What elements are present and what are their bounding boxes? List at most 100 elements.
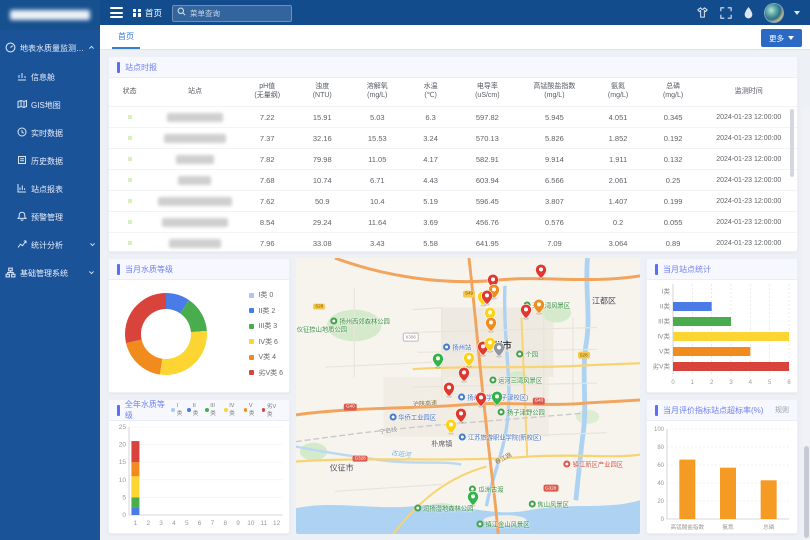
table-row[interactable]: 7.6810.746.714.43603.946.5662.0610.25202…: [109, 169, 797, 190]
fullscreen-icon[interactable]: [720, 7, 732, 19]
legend-item[interactable]: 劣V类: [262, 402, 281, 418]
legend-dot: [171, 408, 175, 412]
sidebar-item-站点报表[interactable]: 站点报表: [0, 175, 100, 203]
donut-segment-劣V类[interactable]: [125, 293, 166, 343]
stack-segment[interactable]: [131, 497, 139, 508]
station-pin-red[interactable]: [459, 367, 470, 388]
bar-劣V类[interactable]: [673, 362, 789, 371]
sidebar-item-GIS地图[interactable]: GIS地图: [0, 91, 100, 119]
legend-item[interactable]: IV类 6: [249, 337, 283, 347]
station-pin-red[interactable]: [456, 408, 467, 429]
tab-home[interactable]: 首页: [112, 25, 140, 49]
sidebar-item-system-root[interactable]: 地表水质量监测系统: [0, 34, 100, 63]
table-row[interactable]: 8.5429.2411.643.69456.760.5760.20.055202…: [109, 211, 797, 232]
stack-segment[interactable]: [131, 476, 139, 497]
sidebar-item-历史数据[interactable]: 历史数据: [0, 147, 100, 175]
search-input[interactable]: [172, 5, 292, 22]
user-avatar[interactable]: [765, 4, 783, 22]
vbar-chart[interactable]: 020406080100高锰酸盐指数氨氮总磷: [647, 421, 797, 534]
legend-swatch: [249, 339, 254, 344]
value-cell: 33.08: [295, 239, 350, 248]
table-row[interactable]: 7.6250.910.45.19596.453.8071.4070.199202…: [109, 190, 797, 211]
svg-text:总磷: 总磷: [763, 523, 775, 531]
column-header: 站点: [150, 88, 239, 97]
value-cell: 0.576: [518, 218, 590, 227]
rules-link[interactable]: 规则: [775, 405, 789, 415]
bar-氨氮[interactable]: [720, 468, 736, 519]
stack-segment[interactable]: [131, 508, 139, 515]
stack-segment[interactable]: [131, 441, 139, 462]
hamburger-menu-icon[interactable]: [110, 7, 123, 18]
more-button[interactable]: 更多: [761, 29, 802, 47]
stack-segment[interactable]: [131, 462, 139, 476]
bar-高锰酸盐指数[interactable]: [679, 460, 695, 519]
table-row[interactable]: 7.3732.1615.533.24570.135.8261.8520.1922…: [109, 127, 797, 148]
column-header: 电导率(uS/cm): [456, 83, 518, 101]
station-pin-yellow[interactable]: [446, 419, 457, 440]
station-report-icon: [17, 183, 27, 195]
value-cell: 596.45: [456, 197, 518, 206]
sidebar-item-信息舱[interactable]: 信息舱: [0, 63, 100, 91]
stacked-bar-chart[interactable]: 0510152025123456789101112: [109, 421, 289, 534]
theme-skin-icon[interactable]: [696, 6, 709, 19]
panel-title: 当月水质等级: [125, 264, 173, 275]
value-cell: 6.566: [518, 176, 590, 185]
value-cell: 9.914: [518, 155, 590, 164]
table-row[interactable]: 7.8279.9811.054.17582.919.9141.9110.1322…: [109, 148, 797, 169]
legend-item[interactable]: 劣V类 6: [249, 368, 283, 378]
donut-segment-V类[interactable]: [126, 340, 162, 375]
bar-II类[interactable]: [673, 302, 712, 311]
station-pin-green[interactable]: [432, 353, 443, 374]
sidebar-item-预警管理[interactable]: 预警管理: [0, 203, 100, 231]
value-cell: 7.62: [240, 197, 295, 206]
value-cell: 79.98: [295, 155, 350, 164]
bar-IV类[interactable]: [673, 332, 789, 341]
legend-item[interactable]: III类: [205, 403, 220, 417]
legend-item[interactable]: I类 0: [249, 290, 283, 300]
sidebar-item-label: 地表水质量监测系统: [20, 43, 84, 54]
bar-总磷[interactable]: [761, 480, 777, 519]
user-menu-chevron-icon[interactable]: [794, 11, 800, 15]
table-row[interactable]: 7.9633.083.435.58641.957.093.0640.892024…: [109, 232, 797, 252]
sidebar-item-统计分析[interactable]: 统计分析: [0, 231, 100, 259]
history-data-icon: [17, 155, 27, 167]
legend-item[interactable]: II类 2: [249, 306, 283, 316]
legend-item[interactable]: V类: [244, 403, 258, 417]
breadcrumb[interactable]: 首页: [133, 7, 162, 19]
sidebar-item-实时数据[interactable]: 实时数据: [0, 119, 100, 147]
column-header: 氨氮(mg/L): [591, 83, 646, 101]
station-pin-green[interactable]: [467, 491, 478, 512]
station-pin-gray[interactable]: [494, 342, 505, 363]
station-name-blurred: [162, 218, 228, 227]
dark-mode-drop-icon[interactable]: [743, 6, 754, 19]
legend-item[interactable]: III类 3: [249, 321, 283, 331]
legend-label: III类 3: [258, 321, 277, 331]
bar-V类[interactable]: [673, 347, 750, 356]
chevron-up-icon: [88, 44, 95, 53]
column-header: 高锰酸盐指数(mg/L): [518, 83, 590, 101]
station-pin-red[interactable]: [443, 382, 454, 403]
station-pin-green[interactable]: [492, 391, 503, 412]
station-pin-red[interactable]: [521, 304, 532, 325]
station-pin-red[interactable]: [475, 392, 486, 413]
table-row[interactable]: 7.2215.915.036.3597.825.9454.0510.345202…: [109, 106, 797, 127]
legend-label: V类 4: [258, 352, 276, 362]
legend-item[interactable]: I类: [171, 403, 183, 417]
table-scrollbar[interactable]: [790, 109, 794, 177]
scrollbar-thumb[interactable]: [804, 446, 809, 538]
station-pin-red[interactable]: [535, 264, 546, 285]
app-logo: [0, 0, 100, 30]
page-scrollbar[interactable]: [803, 106, 810, 540]
bar-III类[interactable]: [673, 317, 731, 326]
hbar-chart[interactable]: 0123456I类II类III类IV类V类劣V类: [647, 280, 797, 393]
donut-chart[interactable]: I类 0 II类 2 III类 3 IV类 6 V类 4 劣V类 6: [109, 280, 289, 393]
station-pin-orange[interactable]: [533, 299, 544, 320]
sidebar-item-base-system[interactable]: 基础管理系统: [0, 259, 100, 288]
legend-item[interactable]: IV类: [224, 403, 240, 417]
legend-item[interactable]: V类 4: [249, 352, 283, 362]
donut-segment-IV类[interactable]: [160, 331, 207, 375]
station-pin-orange[interactable]: [486, 317, 497, 338]
station-name-blurred: [158, 197, 232, 206]
gis-map[interactable]: 扬州市江都区仪征市朴席镇扬州西郊森林公园仪征捺山地质公园茱萸湾风景区个园运河三湾…: [296, 258, 640, 534]
legend-item[interactable]: II类: [187, 403, 201, 417]
